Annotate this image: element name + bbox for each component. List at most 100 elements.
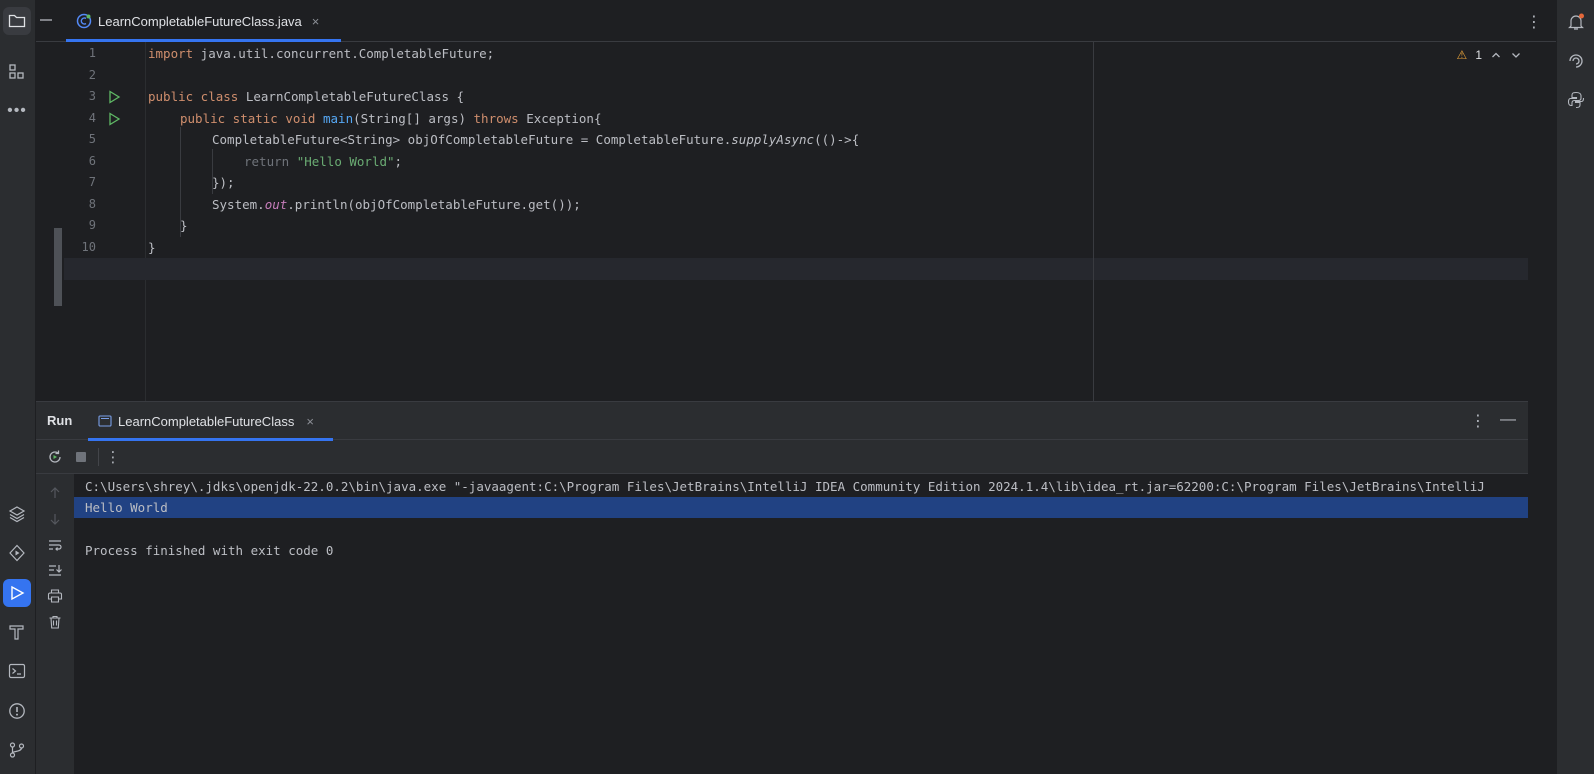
code-line-9: } [180, 218, 188, 233]
rerun-button[interactable] [46, 448, 64, 466]
services-icon [9, 544, 25, 562]
structure-icon [9, 64, 24, 79]
build-tool-button[interactable] [3, 618, 31, 646]
terminal-icon [8, 663, 26, 679]
more-vertical-icon: ⋮ [105, 449, 121, 466]
code-token: throws [473, 111, 519, 126]
run-tool-window: Run LearnCompletableFutureClass × ⋮ — ⋮ [36, 401, 1528, 774]
more-tools-button[interactable]: ••• [3, 97, 31, 125]
line-number: 9 [88, 218, 96, 232]
run-class-gutter-icon[interactable] [106, 89, 122, 105]
code-token: .println(objOfCompletableFuture.get()); [287, 197, 581, 212]
stop-button[interactable] [72, 448, 90, 466]
line-number: 10 [81, 240, 96, 254]
layers-icon [8, 506, 26, 523]
hide-tool-window-button[interactable] [38, 12, 54, 28]
code-line-4: public static void main(String[] args) t… [180, 108, 601, 129]
git-tool-button[interactable] [3, 736, 31, 764]
python-console-button[interactable] [1562, 86, 1590, 114]
code-token: ; [394, 154, 403, 169]
code-token: LearnCompletableFutureClass { [238, 89, 465, 104]
run-main-gutter-icon[interactable] [106, 111, 122, 127]
run-panel-minimize-icon[interactable]: — [1500, 411, 1516, 429]
stop-icon [76, 452, 86, 462]
line-number: 7 [88, 175, 96, 189]
ai-assistant-icon [1569, 54, 1583, 68]
code-token: return [244, 154, 290, 169]
console-selection-highlight [74, 497, 1528, 518]
code-token: public class [148, 89, 239, 104]
code-line-7: }); [212, 175, 235, 190]
ai-assistant-button[interactable] [1562, 47, 1590, 75]
code-token: (()->{ [814, 132, 860, 147]
clear-console-button[interactable] [46, 613, 64, 631]
inspection-widget[interactable]: ⚠ 1 [1457, 48, 1522, 62]
code-token: public static void [180, 111, 316, 126]
code-line-5: CompletableFuture<String> objOfCompletab… [212, 129, 859, 150]
editor-more-icon[interactable]: ⋮ [1526, 12, 1542, 32]
line-number: 6 [88, 154, 96, 168]
code-token: main [323, 111, 354, 126]
chevron-up-icon[interactable] [1490, 49, 1502, 61]
code-token: "Hello World" [296, 154, 395, 169]
services-tool-button[interactable] [3, 539, 31, 567]
right-tool-strip [1556, 0, 1594, 774]
editor-tab-label: LearnCompletableFutureClass.java [98, 13, 302, 29]
project-tool-button[interactable] [3, 7, 31, 35]
close-run-tab-icon[interactable]: × [306, 414, 314, 429]
console-output[interactable]: C:\Users\shrey\.jdks\openjdk-22.0.2\bin\… [74, 474, 1528, 774]
warning-count: 1 [1475, 48, 1482, 62]
console-tab-icon [98, 415, 112, 427]
line-number: 8 [88, 197, 96, 211]
code-token: java.util.concurrent.CompletableFuture; [193, 46, 495, 61]
console-line: C:\Users\shrey\.jdks\openjdk-22.0.2\bin\… [85, 479, 1485, 494]
soft-wrap-icon [49, 540, 62, 551]
console-actions-sidebar [36, 474, 74, 774]
close-tab-icon[interactable]: × [312, 14, 320, 29]
problems-icon [9, 703, 25, 719]
problems-tool-button[interactable] [3, 697, 31, 725]
folder-icon [8, 14, 26, 28]
current-line-highlight [64, 258, 1528, 280]
right-margin-guide [1093, 42, 1094, 401]
editor-scroll-marker [54, 228, 62, 306]
notifications-button[interactable] [1562, 8, 1590, 36]
scroll-up-button[interactable] [46, 484, 64, 502]
code-editor[interactable]: import java.util.concurrent.CompletableF… [64, 42, 1528, 401]
structure-tool-button[interactable] [3, 58, 31, 86]
scroll-down-button[interactable] [46, 510, 64, 528]
line-number: 4 [88, 111, 96, 125]
arrow-up-icon [50, 487, 60, 498]
layers-tool-button[interactable] [3, 500, 31, 528]
python-icon [1567, 91, 1585, 109]
code-line-3: public class LearnCompletableFutureClass… [148, 86, 464, 107]
scroll-to-end-button[interactable] [46, 561, 64, 579]
warning-icon: ⚠ [1456, 48, 1468, 62]
git-branch-icon [9, 742, 25, 758]
code-token: CompletableFuture<String> objOfCompletab… [212, 132, 732, 147]
terminal-tool-button[interactable] [3, 657, 31, 685]
code-line-10: } [148, 240, 156, 255]
code-token: import [148, 46, 194, 61]
chevron-down-icon[interactable] [1510, 49, 1522, 61]
run-config-tab[interactable]: LearnCompletableFutureClass × [88, 402, 333, 441]
run-toolbar-more-button[interactable]: ⋮ [104, 448, 122, 466]
code-token: out [264, 197, 288, 212]
code-token: supplyAsync [731, 132, 815, 147]
code-line-6: return "Hello World"; [244, 151, 402, 172]
minimize-icon [40, 19, 52, 21]
printer-icon [47, 589, 63, 603]
console-line: Hello World [85, 500, 168, 515]
soft-wrap-button[interactable] [46, 536, 64, 554]
run-panel-more-icon[interactable]: ⋮ [1470, 411, 1486, 431]
line-number: 1 [88, 46, 96, 60]
print-button[interactable] [46, 587, 64, 605]
run-tool-button[interactable] [3, 579, 31, 607]
code-line-1: import java.util.concurrent.CompletableF… [148, 43, 494, 64]
code-token: (String[] args) [353, 111, 474, 126]
run-panel-title: Run [47, 413, 73, 428]
left-tool-strip: ••• [0, 0, 36, 774]
code-token: System. [212, 197, 265, 212]
editor-file-tab[interactable]: LearnCompletableFutureClass.java × [66, 0, 341, 42]
trash-icon [49, 615, 61, 629]
